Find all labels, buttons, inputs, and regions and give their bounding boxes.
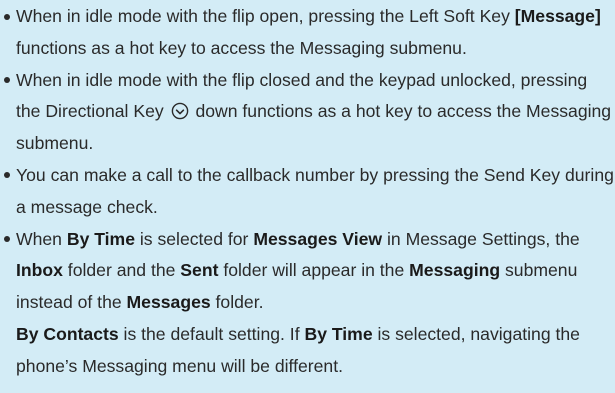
by-time-label: By Time — [66, 228, 135, 249]
note-text: When in idle mode with the flip open, pr… — [16, 6, 515, 26]
messaging-label: Messaging — [409, 260, 501, 281]
note-text: functions as a hot key to access the Mes… — [16, 37, 467, 58]
messages-label: Messages — [126, 292, 211, 313]
note-text: is the default setting. If — [118, 323, 305, 344]
note-text: folder will appear in the — [218, 260, 410, 281]
note-item-messages-view: When By Time is selected for Messages Vi… — [4, 224, 615, 383]
note-text: in Message Settings, the — [382, 228, 580, 249]
note-text: When — [16, 228, 67, 249]
bullet-icon — [4, 13, 10, 20]
note-text: You can make a call to the callback numb… — [16, 164, 614, 217]
by-contacts-label: By Contacts — [16, 323, 119, 344]
sent-label: Sent — [180, 260, 219, 281]
notes-list: When in idle mode with the flip open, pr… — [4, 1, 615, 383]
bullet-icon — [4, 172, 10, 179]
bullet-icon — [4, 77, 10, 84]
by-time-label: By Time — [304, 323, 373, 344]
note-item-callback: You can make a call to the callback numb… — [4, 160, 615, 224]
note-item-message-hotkey: When in idle mode with the flip open, pr… — [4, 1, 615, 65]
messages-view-label: Messages View — [253, 228, 383, 249]
note-text: folder and the — [62, 260, 181, 281]
note-text: folder. — [210, 292, 264, 313]
note-text: is selected for — [134, 228, 254, 249]
inbox-label: Inbox — [16, 260, 63, 281]
message-key-label: [Message] — [514, 6, 601, 26]
directional-key-icon — [171, 102, 189, 120]
note-item-directional-key: When in idle mode with the flip closed a… — [4, 65, 615, 160]
bullet-icon — [4, 236, 10, 243]
